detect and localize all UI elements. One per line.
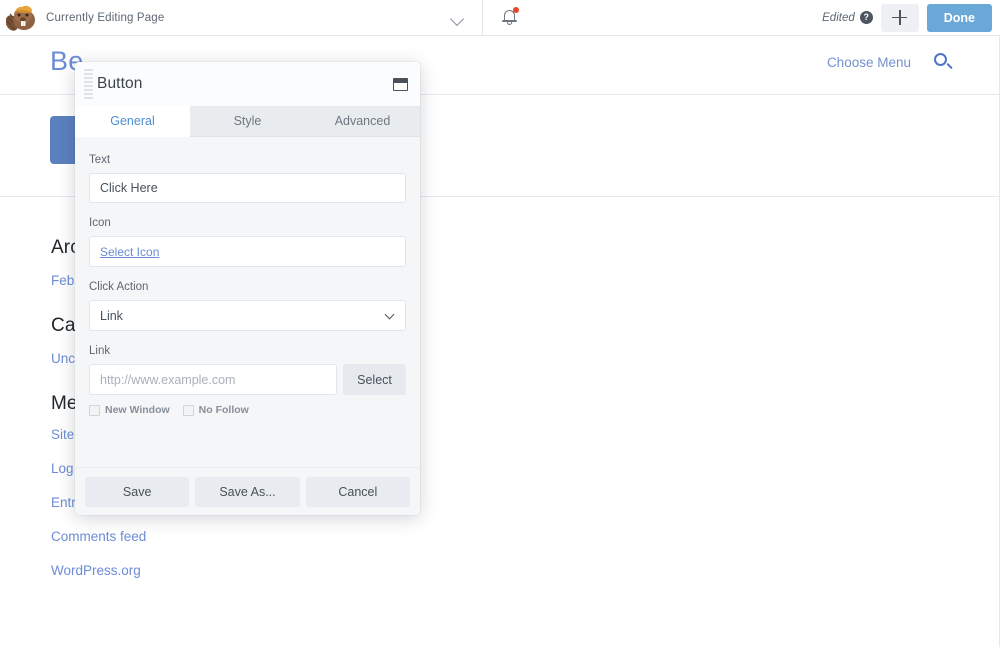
icon-field-label: Icon	[89, 217, 111, 229]
meta-link-comments-feed[interactable]: Comments feed	[51, 528, 999, 545]
tab-style[interactable]: Style	[190, 106, 305, 137]
tab-advanced[interactable]: Advanced	[305, 106, 420, 137]
notification-bell-icon[interactable]	[483, 0, 537, 36]
text-input[interactable]	[89, 173, 406, 203]
checkbox-box[interactable]	[89, 404, 100, 416]
click-action-select[interactable]: Link	[89, 300, 406, 331]
edited-label: Edited	[822, 11, 855, 24]
chevron-down-icon[interactable]	[450, 10, 466, 26]
help-icon[interactable]: ?	[859, 11, 873, 24]
link-input[interactable]	[89, 364, 337, 395]
modal-body: Text Icon Select Icon Click Action Link …	[75, 137, 420, 467]
tab-general[interactable]: General	[75, 106, 190, 137]
field-click-action: Click Action Link	[89, 281, 406, 331]
field-text: Text	[89, 154, 406, 203]
drag-handle-icon[interactable]	[75, 62, 97, 106]
no-follow-checkbox[interactable]: No Follow	[182, 404, 249, 416]
modal-header[interactable]: Button	[75, 62, 420, 106]
new-window-checkbox[interactable]: New Window	[89, 404, 170, 416]
site-nav: Choose Menu	[827, 53, 953, 72]
checkbox-box[interactable]	[182, 404, 194, 416]
select-icon-link[interactable]: Select Icon	[100, 245, 159, 259]
save-as-button[interactable]: Save As...	[195, 476, 300, 507]
modal-footer: Save Save As... Cancel	[75, 467, 420, 515]
edited-status: Edited ?	[822, 11, 873, 24]
restore-window-icon[interactable]	[393, 77, 408, 91]
link-field-label: Link	[89, 345, 111, 357]
save-button[interactable]: Save	[85, 476, 190, 507]
done-button[interactable]: Done	[926, 3, 992, 32]
text-field-label: Text	[89, 154, 111, 166]
click-action-label: Click Action	[89, 281, 149, 293]
select-link-button[interactable]: Select	[343, 364, 406, 395]
builder-admin-bar: Currently Editing Page Edited ? Done	[0, 0, 1000, 36]
meta-link-wordpress-org[interactable]: WordPress.org	[51, 562, 999, 579]
add-content-button[interactable]	[880, 3, 919, 32]
link-options: New Window No Follow	[89, 404, 406, 416]
search-icon[interactable]	[934, 53, 953, 72]
icon-picker[interactable]: Select Icon	[89, 236, 406, 267]
field-icon: Icon Select Icon	[89, 217, 406, 267]
cancel-button[interactable]: Cancel	[305, 476, 410, 507]
admin-bar-actions: Edited ? Done	[822, 0, 1000, 36]
button-settings-modal: Button General Style Advanced Text Icon …	[75, 62, 420, 515]
field-link: Link Select New Window No Follow	[89, 345, 406, 416]
new-window-label: New Window	[105, 404, 170, 416]
modal-tabs: General Style Advanced	[75, 106, 420, 137]
modal-title: Button	[97, 75, 143, 92]
editing-status-label: Currently Editing Page	[46, 11, 165, 24]
beaver-logo-icon[interactable]	[0, 0, 44, 36]
choose-menu-link[interactable]: Choose Menu	[827, 55, 911, 70]
no-follow-label: No Follow	[198, 404, 249, 416]
